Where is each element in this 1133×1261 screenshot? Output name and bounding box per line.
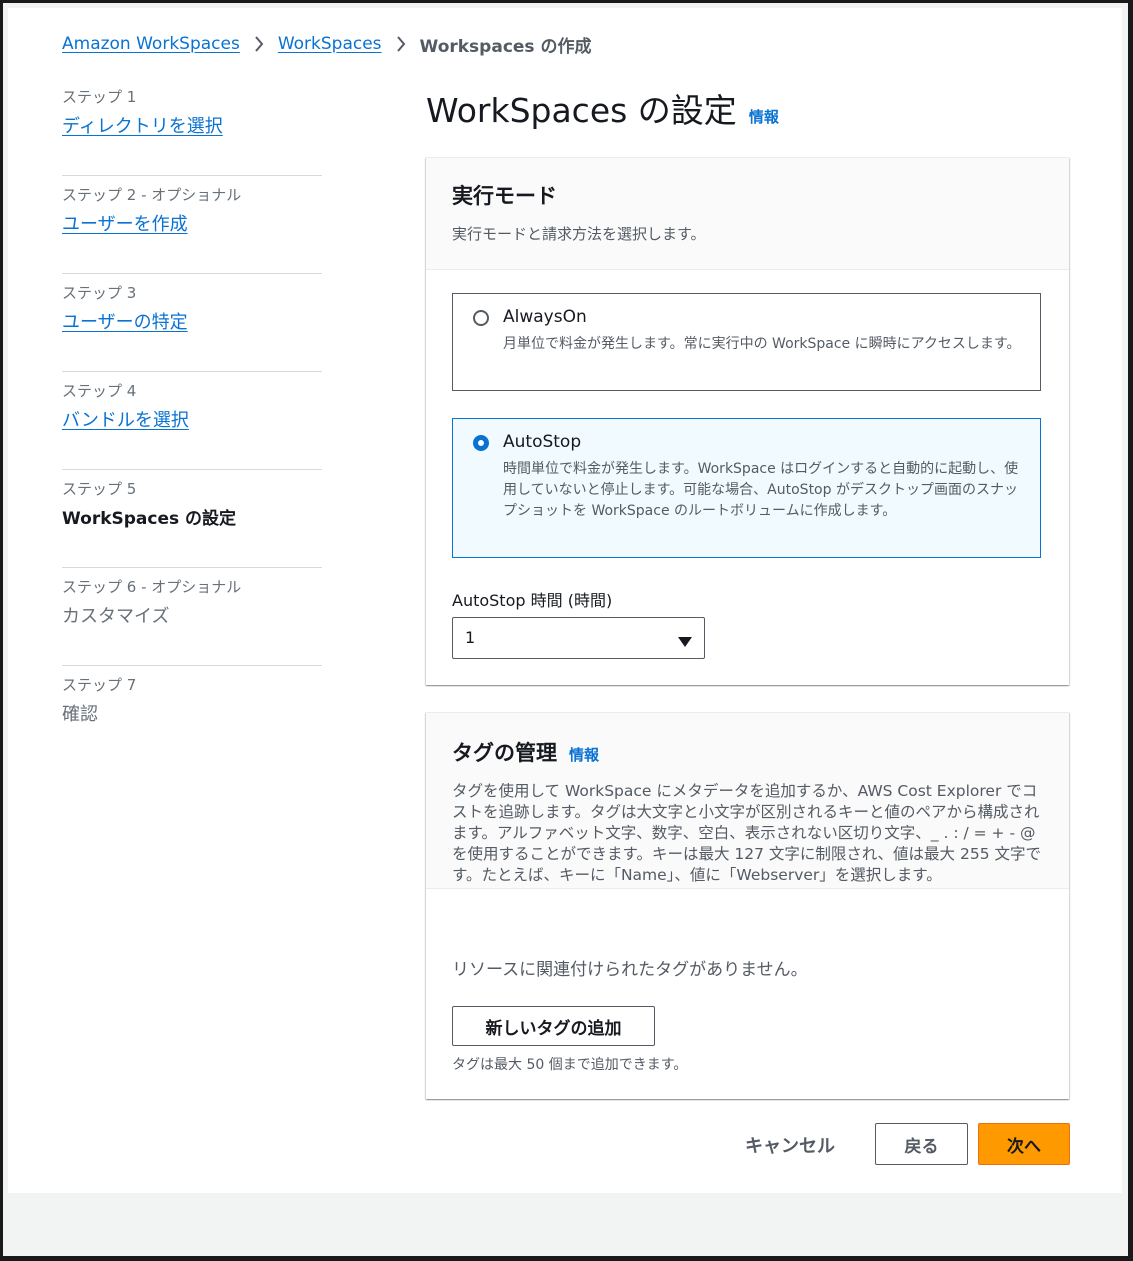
breadcrumb-item-amazon-workspaces[interactable]: Amazon WorkSpaces	[62, 34, 240, 54]
select-value: 1	[465, 628, 476, 647]
back-button[interactable]: 戻る	[875, 1123, 968, 1165]
step-current-workspaces-settings: WorkSpaces の設定	[62, 509, 237, 529]
breadcrumb-current: Workspaces の作成	[419, 36, 592, 57]
step-2: ステップ 2 - オプショナル ユーザーを作成	[62, 176, 322, 274]
chevron-right-icon	[396, 36, 406, 52]
breadcrumb-item-workspaces[interactable]: WorkSpaces	[278, 34, 382, 54]
tag-limit-hint: タグは最大 50 個まで追加できます。	[452, 1057, 688, 1073]
run-mode-panel: 実行モード 実行モードと請求方法を選択します。 AlwaysOn 月単位で料金が…	[426, 157, 1069, 685]
tags-heading: タグの管理 情報	[452, 737, 1043, 767]
page-title: WorkSpaces の設定	[426, 91, 737, 130]
step-link-select-directory[interactable]: ディレクトリを選択	[62, 114, 223, 140]
run-mode-option-autostop[interactable]: AutoStop 時間単位で料金が発生します。WorkSpace はログインする…	[452, 418, 1041, 558]
tags-header: タグの管理 情報 タグを使用して WorkSpace にメタデータを追加するか、…	[426, 713, 1069, 889]
step-label: ステップ 7	[62, 676, 137, 694]
run-mode-option-alwayson[interactable]: AlwaysOn 月単位で料金が発生します。常に実行中の WorkSpace に…	[452, 293, 1041, 391]
run-mode-header: 実行モード 実行モードと請求方法を選択します。	[426, 158, 1069, 270]
caret-down-icon	[678, 632, 692, 651]
step-label: ステップ 6 - オプショナル	[62, 578, 242, 596]
run-mode-title: 実行モード	[452, 184, 557, 208]
tags-description: タグを使用して WorkSpace にメタデータを追加するか、AWS Cost …	[452, 782, 1041, 884]
step-label: ステップ 5	[62, 480, 137, 498]
step-link-select-bundle[interactable]: バンドルを選択	[62, 408, 189, 434]
step-label: ステップ 2 - オプショナル	[62, 186, 242, 204]
breadcrumb: Amazon WorkSpaces WorkSpaces Workspaces …	[62, 32, 592, 57]
no-tags-message: リソースに関連付けられたタグがありません。	[452, 960, 808, 980]
option-description: 月単位で料金が発生します。常に実行中の WorkSpace に瞬時にアクセスしま…	[503, 336, 1021, 352]
step-link-create-users[interactable]: ユーザーを作成	[62, 212, 188, 238]
run-mode-description: 実行モードと請求方法を選択します。	[452, 225, 706, 243]
option-title: AutoStop	[503, 432, 582, 452]
step-5: ステップ 5 WorkSpaces の設定	[62, 470, 322, 568]
option-title: AlwaysOn	[503, 307, 587, 327]
step-6: ステップ 6 - オプショナル カスタマイズ	[62, 568, 322, 666]
radio-button-autostop[interactable]	[473, 435, 489, 451]
cancel-button[interactable]: キャンセル	[745, 1132, 835, 1158]
step-customize: カスタマイズ	[62, 606, 170, 627]
tags-panel: タグの管理 情報 タグを使用して WorkSpace にメタデータを追加するか、…	[426, 712, 1069, 1099]
chevron-right-icon	[254, 36, 264, 52]
page-header: WorkSpaces の設定 情報	[426, 84, 779, 132]
next-button[interactable]: 次へ	[978, 1123, 1070, 1165]
page: Amazon WorkSpaces WorkSpaces Workspaces …	[8, 8, 1122, 1193]
tags-info-link[interactable]: 情報	[569, 744, 599, 765]
step-1: ステップ 1 ディレクトリを選択	[62, 78, 322, 176]
step-link-identify-users[interactable]: ユーザーの特定	[62, 310, 188, 336]
step-7: ステップ 7 確認	[62, 666, 322, 764]
browser-frame: Amazon WorkSpaces WorkSpaces Workspaces …	[3, 3, 1128, 1256]
autostop-hours-select[interactable]: 1	[452, 617, 705, 659]
tags-title: タグの管理	[452, 741, 557, 765]
step-3: ステップ 3 ユーザーの特定	[62, 274, 322, 372]
radio-button-alwayson[interactable]	[473, 310, 489, 326]
autostop-hours-label: AutoStop 時間 (時間)	[452, 591, 613, 610]
step-4: ステップ 4 バンドルを選択	[62, 372, 322, 470]
step-label: ステップ 4	[62, 382, 137, 400]
add-new-tag-button[interactable]: 新しいタグの追加	[452, 1006, 655, 1046]
step-label: ステップ 3	[62, 284, 137, 302]
wizard-steps-nav: ステップ 1 ディレクトリを選択 ステップ 2 - オプショナル ユーザーを作成…	[62, 78, 322, 764]
step-review: 確認	[62, 704, 98, 725]
option-description: 時間単位で料金が発生します。WorkSpace はログインすると自動的に起動し、…	[503, 461, 1019, 519]
step-label: ステップ 1	[62, 88, 137, 106]
info-link[interactable]: 情報	[749, 106, 779, 127]
